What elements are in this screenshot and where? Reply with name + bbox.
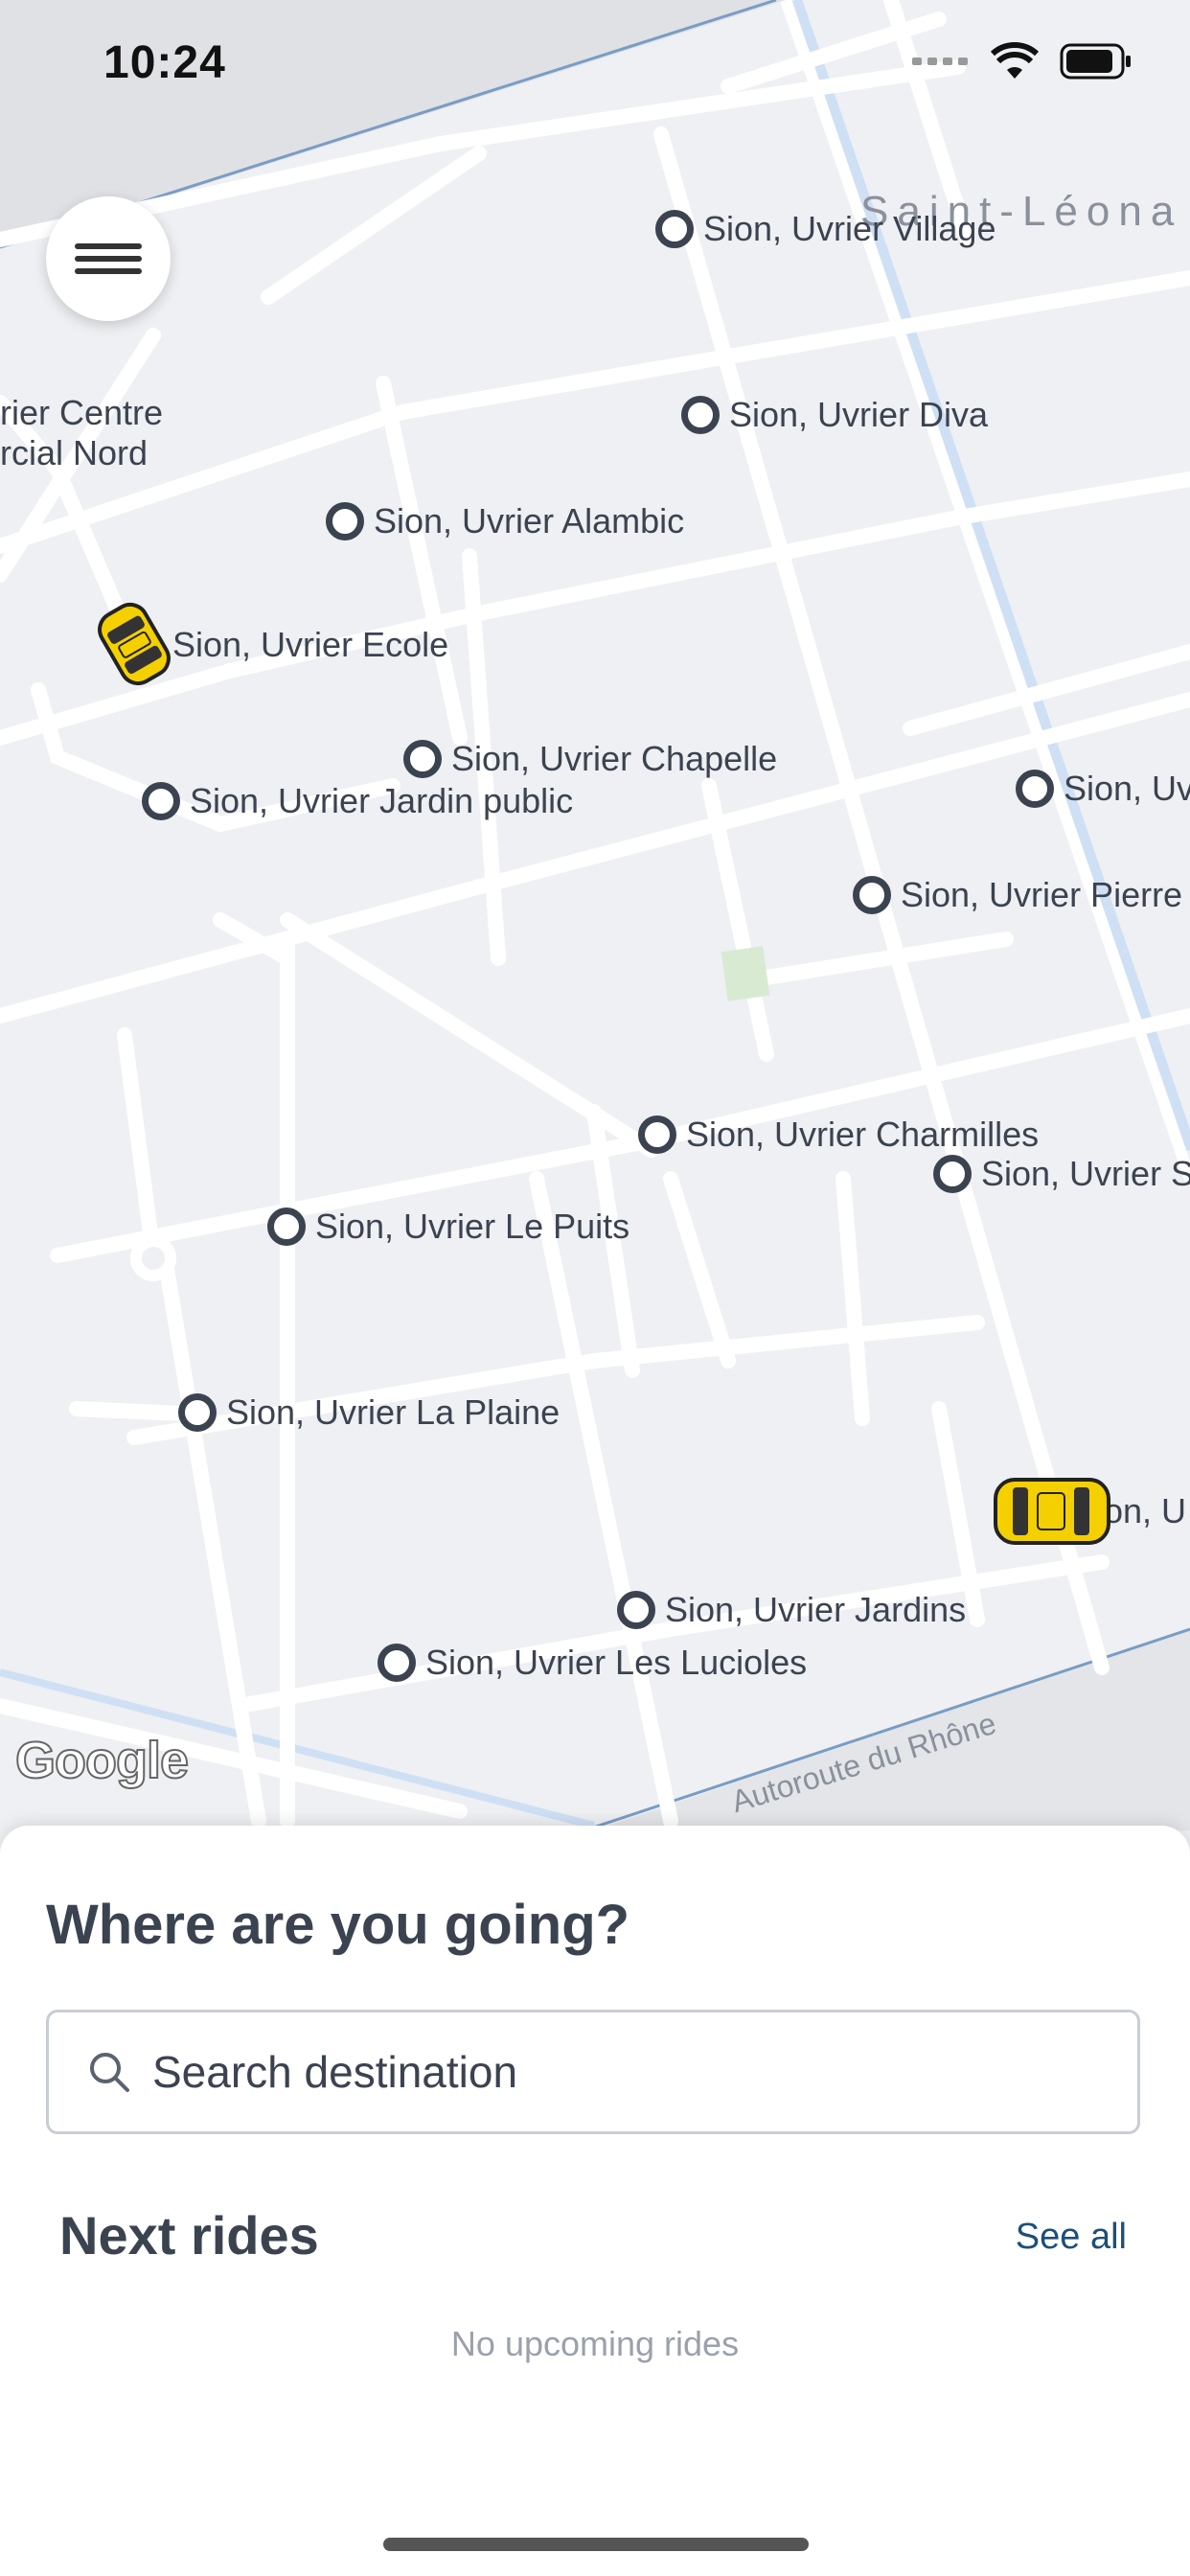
wifi-icon bbox=[991, 42, 1039, 79]
next-rides-title: Next rides bbox=[59, 2205, 319, 2266]
empty-rides-message: No upcoming rides bbox=[450, 2324, 740, 2363]
google-logo: Google bbox=[14, 1731, 190, 1790]
home-indicator[interactable] bbox=[383, 2538, 809, 2551]
stop-marker-icon bbox=[326, 502, 364, 540]
map-roads bbox=[0, 0, 1190, 1830]
battery-icon bbox=[1060, 43, 1131, 80]
taxi-car-icon[interactable] bbox=[77, 586, 192, 702]
search-placeholder: Search destination bbox=[152, 2047, 518, 2097]
stop-marker[interactable]: Sion, Uvrier S bbox=[933, 1154, 1190, 1194]
stop-marker[interactable]: Sion, Uvrier Alambic bbox=[326, 501, 684, 541]
stop-marker[interactable]: Sion, Uvrier Le Puits bbox=[267, 1207, 629, 1247]
partial-stop-label: rcial Nord bbox=[0, 433, 149, 472]
sheet-title: Where are you going? bbox=[46, 1894, 630, 1956]
map-view[interactable]: Saint-Léona rier Centre rcial Nord Sion,… bbox=[0, 0, 1190, 1830]
search-icon bbox=[90, 2053, 129, 2092]
stop-marker[interactable]: Sion, Uvrier Village bbox=[655, 209, 995, 249]
see-all-link[interactable]: See all bbox=[1016, 2217, 1127, 2258]
menu-button[interactable] bbox=[46, 196, 171, 321]
stop-marker[interactable]: Sion, Uvrier Diva bbox=[681, 395, 988, 435]
partial-stop-label: rier Centre bbox=[0, 393, 164, 432]
partial-stop-label: on, U bbox=[1104, 1491, 1187, 1530]
taxi-car-icon[interactable] bbox=[990, 1468, 1114, 1554]
stop-marker-icon bbox=[617, 1591, 655, 1629]
stop-marker[interactable]: Sion, Uvrier Pierre bbox=[853, 875, 1182, 915]
stop-marker[interactable]: Sion, Uvrier Chapelle bbox=[403, 739, 777, 779]
stop-marker[interactable]: Sion, Uvrier Jardin public bbox=[142, 781, 573, 821]
status-time: 10:24 bbox=[103, 37, 226, 88]
stop-marker-icon bbox=[1016, 770, 1054, 808]
stop-marker-icon bbox=[853, 876, 891, 914]
bottom-sheet: Where are you going? Search destination … bbox=[0, 1826, 1190, 2576]
stop-marker[interactable]: Sion, Uv bbox=[1016, 769, 1190, 809]
stop-marker-icon bbox=[378, 1644, 416, 1682]
stop-marker-icon bbox=[142, 782, 180, 820]
destination-search-field[interactable]: Search destination bbox=[46, 2010, 1140, 2134]
menu-icon bbox=[75, 237, 142, 281]
stop-marker-icon bbox=[178, 1393, 217, 1432]
stop-marker-icon bbox=[933, 1155, 972, 1193]
signal-icon bbox=[912, 58, 968, 65]
stop-marker-icon bbox=[655, 210, 694, 248]
stop-marker[interactable]: Sion, Uvrier Jardins bbox=[617, 1590, 966, 1630]
status-bar: 10:24 bbox=[0, 0, 1190, 125]
stop-marker-icon bbox=[681, 396, 720, 434]
stop-marker-icon bbox=[403, 740, 442, 778]
stop-marker[interactable]: Sion, Uvrier Les Lucioles bbox=[378, 1643, 807, 1683]
stop-marker[interactable]: Sion, Uvrier Charmilles bbox=[638, 1115, 1039, 1155]
stop-marker-icon bbox=[638, 1116, 676, 1154]
stop-marker[interactable]: Sion, Uvrier La Plaine bbox=[178, 1392, 560, 1433]
stop-marker-icon bbox=[267, 1208, 306, 1246]
